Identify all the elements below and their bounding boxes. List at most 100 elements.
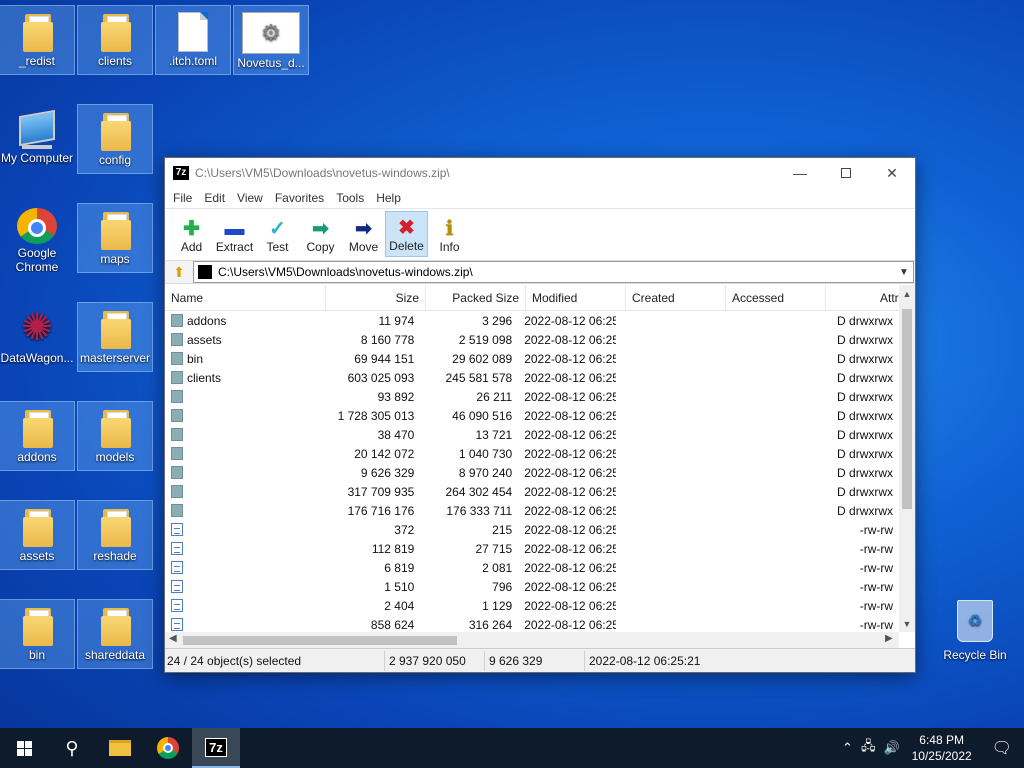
- desktop-icon-models[interactable]: models: [77, 401, 153, 471]
- menu-view[interactable]: View: [231, 191, 269, 205]
- chevron-down-icon[interactable]: ▼: [895, 267, 913, 278]
- cell-packed-size: 46 090 516: [452, 408, 513, 423]
- recycle-bin[interactable]: ♻ Recycle Bin: [938, 600, 1012, 670]
- cell-modified: 2022-08-12 06:25: [524, 522, 617, 537]
- network-icon[interactable]: 🖧: [857, 737, 880, 759]
- path-combobox[interactable]: C:\Users\VM5\Downloads\novetus-windows.z…: [193, 261, 914, 283]
- cell-attrib: D drwxrwx: [837, 370, 894, 385]
- toolbar-label: Delete: [389, 239, 424, 253]
- cell-modified: 2022-08-12 06:25: [524, 579, 617, 594]
- table-row[interactable]: addons 11 974 3 296 2022-08-12 06:25 D drwxr…: [165, 311, 899, 330]
- cell-modified: 2022-08-12 06:25: [524, 351, 617, 366]
- delete-button[interactable]: ✖ Delete: [385, 211, 428, 257]
- column-modified[interactable]: Modified: [526, 285, 626, 310]
- desktop-icon-shareddata[interactable]: shareddata: [77, 599, 153, 669]
- desktop-icon-google-chrome[interactable]: Google Chrome: [0, 204, 74, 272]
- table-row[interactable]: 1 728 305 013 46 090 516 2022-08-12 06:25 D…: [165, 406, 899, 425]
- table-row[interactable]: 1 510 796 2022-08-12 06:25 -rw-rw: [165, 577, 899, 596]
- menu-tools[interactable]: Tools: [330, 191, 370, 205]
- search-button[interactable]: ⚲: [48, 728, 96, 768]
- scroll-left-icon[interactable]: ◀: [169, 633, 177, 644]
- desktop-icon-masterserver[interactable]: masterserver: [77, 302, 153, 372]
- desktop-icon-my-computer[interactable]: My Computer: [0, 105, 74, 173]
- table-row[interactable]: assets 8 160 778 2 519 098 2022-08-12 06:25…: [165, 330, 899, 349]
- horizontal-scroll-thumb[interactable]: [183, 636, 457, 645]
- table-row[interactable]: 858 624 316 264 2022-08-12 06:25 -rw-rw: [165, 615, 899, 632]
- table-row[interactable]: 38 470 13 721 2022-08-12 06:25 D drwxrwx: [165, 425, 899, 444]
- table-row[interactable]: 9 626 329 8 970 240 2022-08-12 06:25 D drwx…: [165, 463, 899, 482]
- file-explorer-button[interactable]: [96, 728, 144, 768]
- volume-icon[interactable]: 🔊: [879, 740, 903, 756]
- table-row[interactable]: clients 603 025 093 245 581 578 2022-08-12 …: [165, 368, 899, 387]
- horizontal-scrollbar[interactable]: ◀ ▶: [165, 632, 899, 649]
- column-size[interactable]: Size: [326, 285, 426, 310]
- cell-size: 11 974: [378, 313, 415, 328]
- up-folder-button[interactable]: ⬆: [165, 261, 193, 283]
- maximize-button[interactable]: [823, 158, 869, 188]
- menu-help[interactable]: Help: [370, 191, 407, 205]
- table-row[interactable]: bin 69 944 151 29 602 089 2022-08-12 06:25 D…: [165, 349, 899, 368]
- close-button[interactable]: ✕: [869, 158, 915, 188]
- table-row[interactable]: 176 716 176 176 333 711 2022-08-12 06:25 D …: [165, 501, 899, 520]
- 7zip-taskbar-button[interactable]: 7z: [192, 728, 240, 768]
- column-created[interactable]: Created: [626, 285, 726, 310]
- clock[interactable]: 6:48 PM 10/25/2022: [904, 732, 980, 764]
- cell-name: [165, 618, 322, 631]
- column-accessed[interactable]: Accessed: [726, 285, 826, 310]
- copy-button[interactable]: ➡ Copy: [299, 211, 342, 257]
- cell-packed-size: 29 602 089: [452, 351, 513, 366]
- test-button[interactable]: ✓ Test: [256, 211, 299, 257]
- desktop-icon-itch-toml[interactable]: .itch.toml: [155, 5, 231, 75]
- table-row[interactable]: 317 709 935 264 302 454 2022-08-12 06:25 D …: [165, 482, 899, 501]
- start-button[interactable]: [0, 728, 48, 768]
- settings-file-icon: ⚙: [242, 12, 300, 54]
- table-row[interactable]: 20 142 072 1 040 730 2022-08-12 06:25 D drw…: [165, 444, 899, 463]
- vertical-scroll-thumb[interactable]: [902, 309, 912, 509]
- desktop-icon-redist[interactable]: _redist: [0, 5, 75, 75]
- cell-modified: 2022-08-12 06:25: [524, 427, 617, 442]
- folder-icon: [171, 447, 183, 460]
- desktop-icon-clients[interactable]: clients: [77, 5, 153, 75]
- column-name[interactable]: Name: [165, 285, 326, 310]
- table-row[interactable]: 372 215 2022-08-12 06:25 -rw-rw: [165, 520, 899, 539]
- desktop-icon-novetus-d[interactable]: ⚙ Novetus_d...: [233, 5, 309, 75]
- extract-button[interactable]: ▬ Extract: [213, 211, 256, 257]
- cell-name: clients: [165, 371, 322, 385]
- notification-icon[interactable]: 🗨: [980, 738, 1024, 758]
- toolbar-label: Copy: [306, 240, 335, 254]
- desktop-icon-maps[interactable]: maps: [77, 203, 153, 273]
- vertical-scrollbar[interactable]: ▲ ▼: [899, 285, 915, 632]
- desktop-icon-reshade[interactable]: reshade: [77, 500, 153, 570]
- menu-edit[interactable]: Edit: [198, 191, 231, 205]
- cell-attrib: D drwxrwx: [837, 351, 894, 366]
- table-row[interactable]: 6 819 2 081 2022-08-12 06:25 -rw-rw: [165, 558, 899, 577]
- table-row[interactable]: 2 404 1 129 2022-08-12 06:25 -rw-rw: [165, 596, 899, 615]
- cell-modified: 2022-08-12 06:25: [524, 541, 617, 556]
- desktop-icon-config[interactable]: config: [77, 104, 153, 174]
- chevron-up-icon[interactable]: ⌃: [838, 740, 857, 756]
- table-row[interactable]: 112 819 27 715 2022-08-12 06:25 -rw-rw: [165, 539, 899, 558]
- add-button[interactable]: ✚ Add: [170, 211, 213, 257]
- cell-size: 93 892: [377, 389, 415, 404]
- title-bar[interactable]: 7z C:\Users\VM5\Downloads\novetus-window…: [165, 158, 915, 188]
- clock-date: 10/25/2022: [911, 749, 972, 763]
- desktop-icon-datawagon[interactable]: ✺ DataWagon...: [0, 303, 74, 371]
- table-row[interactable]: 93 892 26 211 2022-08-12 06:25 D drwxrwx: [165, 387, 899, 406]
- column-packed-size[interactable]: Packed Size: [426, 285, 526, 310]
- scroll-up-icon[interactable]: ▲: [899, 289, 915, 299]
- scroll-right-icon[interactable]: ▶: [885, 633, 893, 644]
- toolbar-label: Add: [180, 240, 203, 254]
- desktop-icon-addons[interactable]: addons: [0, 401, 75, 471]
- minimize-button[interactable]: —: [777, 158, 823, 188]
- scroll-down-icon[interactable]: ▼: [899, 619, 915, 629]
- info-button[interactable]: ℹ Info: [428, 211, 471, 257]
- file-list[interactable]: Name Size Packed Size Modified Created Access…: [165, 285, 915, 649]
- folder-icon: [99, 309, 131, 349]
- chrome-taskbar-button[interactable]: [144, 728, 192, 768]
- menu-file[interactable]: File: [167, 191, 198, 205]
- move-button[interactable]: ➡ Move: [342, 211, 385, 257]
- 7zip-window[interactable]: 7z C:\Users\VM5\Downloads\novetus-window…: [164, 157, 916, 673]
- desktop-icon-assets[interactable]: assets: [0, 500, 75, 570]
- menu-favorites[interactable]: Favorites: [269, 191, 330, 205]
- desktop-icon-bin[interactable]: bin: [0, 599, 75, 669]
